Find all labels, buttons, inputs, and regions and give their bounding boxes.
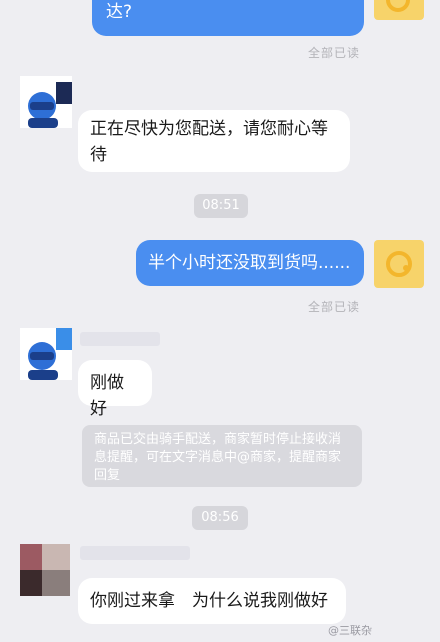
- message-text: 半个小时还没取到货吗......: [148, 253, 351, 273]
- incoming-message-bubble[interactable]: 你刚过来拿 为什么说我刚做好: [78, 578, 346, 624]
- incoming-message-bubble[interactable]: 刚做好: [78, 360, 152, 419]
- message-text: 你刚过来拿 为什么说我刚做好: [90, 591, 328, 611]
- message-text: 刚做好: [90, 373, 124, 419]
- timestamp: 08:56: [192, 506, 248, 530]
- system-notice: 商品已交由骑手配送，商家暂时停止接收消息提醒，可在文字消息中@商家，提醒商家回复: [82, 425, 362, 487]
- message-text: 达?: [106, 2, 133, 22]
- timestamp: 08:51: [194, 194, 248, 218]
- read-status: 全部已读: [308, 300, 361, 314]
- helmet-rider-icon: [28, 92, 58, 128]
- outgoing-message-bubble[interactable]: 半个小时还没取到货吗......: [136, 240, 364, 286]
- system-notice-text: 商品已交由骑手配送，商家暂时停止接收消息提醒，可在文字消息中@商家，提醒商家回复: [94, 432, 342, 483]
- sender-name-blurred: [80, 332, 160, 346]
- read-status: 全部已读: [308, 46, 361, 60]
- user-avatar-icon: [386, 251, 412, 277]
- message-text: 正在尽快为您配送，请您耐心等待: [90, 119, 328, 165]
- rider-avatar[interactable]: [20, 76, 72, 128]
- avatar-blur-tile-icon: [42, 570, 70, 596]
- helmet-rider-icon: [28, 342, 58, 380]
- merchant-avatar[interactable]: [14, 540, 74, 600]
- user-avatar-icon: [386, 0, 410, 12]
- rider-avatar[interactable]: [20, 328, 72, 380]
- avatar-blur-tile-icon: [42, 544, 70, 570]
- watermark-text: @三联杂: [328, 624, 372, 637]
- user-avatar[interactable]: [374, 240, 424, 288]
- avatar-blur-tile-icon: [20, 570, 42, 596]
- outgoing-message-bubble[interactable]: 达?: [92, 0, 364, 36]
- incoming-message-bubble[interactable]: 正在尽快为您配送，请您耐心等待: [78, 110, 350, 172]
- sender-name-blurred: [80, 546, 190, 560]
- user-avatar[interactable]: [374, 0, 424, 20]
- avatar-blur-tile-icon: [20, 544, 42, 570]
